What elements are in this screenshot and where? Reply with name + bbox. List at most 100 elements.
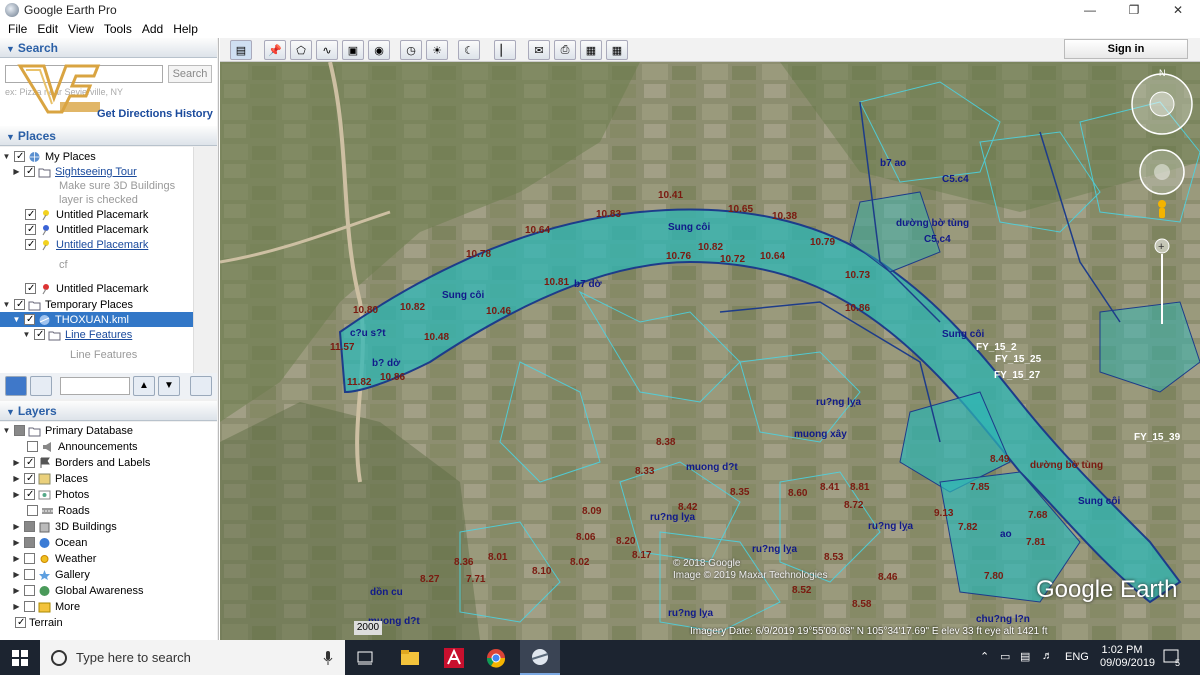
zoom-slider[interactable]: + [1154,238,1170,324]
menu-help[interactable]: Help [173,22,198,36]
planets-button[interactable]: ☾ [458,40,480,60]
task-view-icon[interactable] [356,649,374,667]
layers-panel-header[interactable]: ▼ Layers [0,401,217,421]
ruler-button[interactable]: ▏ [494,40,516,60]
search-panel-header[interactable]: ▼ Search [0,38,217,58]
checkbox[interactable] [25,283,36,294]
tree-item-label[interactable]: Line Features [65,329,132,341]
expand-icon[interactable]: ▶ [12,538,21,547]
tree-item-placemark[interactable]: Untitled Placemark [22,281,148,296]
add-path-button[interactable]: ∿ [316,40,338,60]
layer-places[interactable]: ▶ Places [12,471,88,486]
layer-3d-buildings[interactable]: ▶ 3D Buildings [12,519,116,534]
look-joystick[interactable]: N [1131,68,1193,135]
checkbox[interactable] [25,209,36,220]
tree-item-label[interactable]: Untitled Placemark [56,239,148,251]
expand-icon[interactable]: ▶ [12,167,21,176]
minimize-icon[interactable]: — [1068,0,1112,20]
layer-roads[interactable]: Roads [24,503,90,518]
add-image-overlay-button[interactable]: ▣ [342,40,364,60]
menu-edit[interactable]: Edit [37,22,58,36]
search-button[interactable]: Search [168,65,212,83]
network-icon[interactable]: ▤ [1020,650,1030,663]
layer-global-awareness[interactable]: ▶ Global Awareness [12,583,143,598]
places-filter-input[interactable] [60,377,130,395]
places-panel-header[interactable]: ▼ Places [0,126,217,146]
add-placemark-button[interactable]: 📌 [264,40,286,60]
layer-announcements[interactable]: Announcements [24,439,138,454]
satellite-imagery[interactable] [220,62,1200,640]
tree-item-placemark[interactable]: Untitled Placemark [22,207,148,222]
taskbar-search-box[interactable]: Type here to search [40,640,345,675]
layer-more[interactable]: ▶ More [12,599,80,614]
menu-tools[interactable]: Tools [104,22,132,36]
places-scrollbar[interactable] [193,147,205,373]
tree-item-placemark[interactable]: Untitled Placemark [22,237,148,252]
move-down-button[interactable]: ▼ [158,376,180,396]
expand-icon[interactable]: ▶ [12,554,21,563]
taskbar-google-earth-active[interactable] [520,640,560,675]
layer-ocean[interactable]: ▶ Ocean [12,535,87,550]
layer-primary-database[interactable]: ▼ Primary Database [2,423,134,438]
move-up-button[interactable]: ▲ [133,376,155,396]
layer-gallery[interactable]: ▶ Gallery [12,567,89,582]
tree-item-my-places[interactable]: ▼ My Places [2,149,96,164]
file-explorer-icon[interactable] [400,649,420,666]
expand-icon[interactable]: ▼ [2,152,11,161]
expand-icon[interactable]: ▶ [12,602,21,611]
tray-chevron-up-icon[interactable]: ⌃ [980,650,989,663]
checkbox[interactable] [25,239,36,250]
layer-borders-labels[interactable]: ▶ Borders and Labels [12,455,150,470]
menu-view[interactable]: View [68,22,94,36]
sunlight-button[interactable]: ☀ [426,40,448,60]
expand-icon[interactable]: ▼ [12,315,21,324]
tree-item-line-features[interactable]: ▼ Line Features [22,327,133,342]
checkbox[interactable] [14,425,25,436]
checkbox[interactable] [24,521,35,532]
battery-icon[interactable]: ▭ [1000,650,1010,663]
expand-icon[interactable]: ▶ [12,490,21,499]
checkbox[interactable] [15,617,26,628]
tree-item-placemark[interactable]: Untitled Placemark [22,222,148,237]
checkbox[interactable] [24,537,35,548]
search-places-button[interactable] [5,376,27,396]
layer-photos[interactable]: ▶ Photos [12,487,89,502]
language-indicator[interactable]: ENG [1065,651,1089,663]
print-button[interactable]: ⎙ [554,40,576,60]
sidebar-toggle-button[interactable]: ▤ [230,40,252,60]
move-joystick[interactable] [1139,149,1185,195]
get-directions-link[interactable]: Get Directions [97,108,172,120]
expand-icon[interactable]: ▶ [12,570,21,579]
record-tour-button[interactable]: ◉ [368,40,390,60]
checkbox[interactable] [24,585,35,596]
expand-icon[interactable]: ▶ [12,474,21,483]
tree-item-sightseeing-tour[interactable]: ▶ Sightseeing Tour [12,164,136,179]
windows-start-icon[interactable] [12,650,28,666]
expand-icon[interactable]: ▶ [12,458,21,467]
checkbox[interactable] [27,505,38,516]
expand-icon[interactable]: ▶ [12,522,21,531]
menu-file[interactable]: File [8,22,27,36]
history-link[interactable]: History [175,108,213,120]
expand-icon[interactable]: ▼ [2,426,11,435]
checkbox[interactable] [14,151,25,162]
add-polygon-button[interactable]: ⬠ [290,40,312,60]
expand-icon[interactable]: ▶ [12,586,21,595]
chrome-icon[interactable] [486,648,506,668]
autocad-icon[interactable] [444,648,464,668]
email-button[interactable]: ✉ [528,40,550,60]
sign-in-button[interactable]: Sign in [1064,39,1188,59]
view-in-maps-button[interactable]: ▦ [606,40,628,60]
checkbox[interactable] [14,299,25,310]
map-view[interactable]: Sung côi Sung côi Sung côi Sung côi 10.4… [220,62,1200,640]
checkbox[interactable] [24,553,35,564]
checkbox[interactable] [25,224,36,235]
checkbox[interactable] [27,441,38,452]
checkbox[interactable] [24,473,35,484]
menu-add[interactable]: Add [142,22,163,36]
microphone-icon[interactable] [323,650,333,666]
maximize-icon[interactable]: ❐ [1112,0,1156,20]
tree-item-thoxuan-kml[interactable]: ▼ THOXUAN.kml [0,312,205,327]
expand-icon[interactable]: ▼ [2,300,11,309]
checkbox[interactable] [24,314,35,325]
